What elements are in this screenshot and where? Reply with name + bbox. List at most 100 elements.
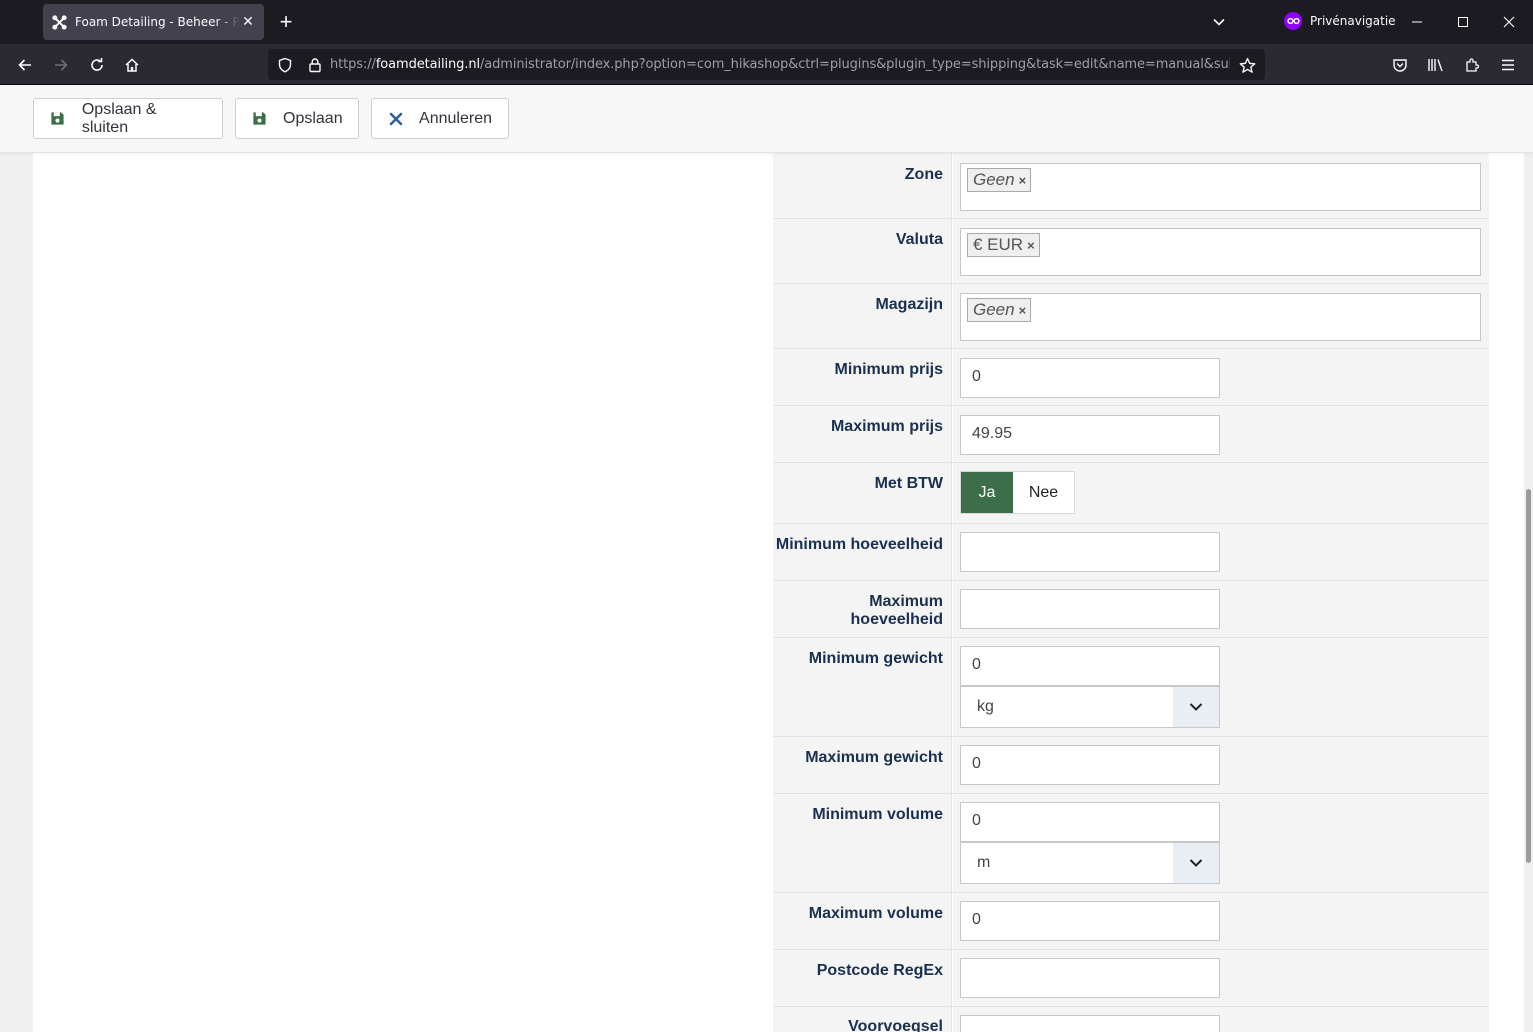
private-label: Privénavigatie [1310, 14, 1396, 28]
admin-toolbar: Opslaan & sluiten Opslaan Annuleren [0, 85, 1533, 153]
private-mask-icon [1284, 12, 1302, 30]
min-volume-input[interactable]: 0 [960, 802, 1220, 842]
met-btw-yes-button[interactable]: Ja [961, 472, 1013, 513]
bookmark-star-icon[interactable] [1235, 53, 1259, 77]
max-prijs-input[interactable]: 49.95 [960, 415, 1220, 455]
extensions-icon[interactable] [1457, 50, 1487, 80]
page: Opslaan & sluiten Opslaan Annuleren Zone [0, 85, 1533, 1032]
value-zone: Geen × [953, 153, 1489, 218]
forward-arrow-icon[interactable] [46, 50, 76, 80]
label-max-volume: Maximum volume [773, 893, 952, 949]
magazijn-chip: Geen × [967, 298, 1032, 322]
cancel-label: Annuleren [419, 109, 492, 127]
home-icon[interactable] [117, 50, 147, 80]
row-zone: Zone Geen × [773, 153, 1489, 219]
save-button[interactable]: Opslaan [235, 98, 359, 139]
tab-close-icon[interactable]: ✕ [240, 14, 256, 30]
value-min-prijs: 0 [953, 349, 1489, 405]
page-scrollbar[interactable] [1524, 85, 1533, 1032]
row-max-prijs: Maximum prijs 49.95 [773, 406, 1489, 463]
row-min-prijs: Minimum prijs 0 [773, 349, 1489, 406]
label-zone: Zone [773, 153, 952, 218]
met-btw-toggle: Ja Nee [960, 471, 1075, 514]
tab-list-chevron-icon[interactable] [1205, 8, 1233, 36]
voorvoegsel-input[interactable] [960, 1015, 1220, 1032]
chip-remove-icon[interactable]: × [1019, 173, 1027, 188]
row-min-hoeveelheid: Minimum hoeveelheid [773, 524, 1489, 581]
lock-icon[interactable] [300, 50, 330, 80]
max-hoeveelheid-input[interactable] [960, 589, 1220, 629]
save-close-label: Opslaan & sluiten [81, 100, 157, 136]
pocket-icon[interactable] [1385, 50, 1415, 80]
cancel-button[interactable]: Annuleren [371, 98, 509, 139]
label-min-gewicht: Minimum gewicht [773, 638, 952, 736]
min-hoeveelheid-input[interactable] [960, 532, 1220, 572]
min-prijs-input[interactable]: 0 [960, 358, 1220, 398]
row-valuta: Valuta € EUR × [773, 219, 1489, 284]
min-volume-unit-select[interactable]: m [960, 842, 1220, 884]
magazijn-chip-label: Geen [973, 300, 1015, 319]
min-gewicht-unit-value: kg [977, 698, 994, 715]
zone-chip-label: Geen [973, 170, 1015, 189]
value-magazijn: Geen × [953, 284, 1489, 348]
url-bar[interactable]: https://foamdetailing.nl/administrator/i… [268, 49, 1265, 80]
max-gewicht-input[interactable]: 0 [960, 745, 1220, 785]
url-path: /administrator/index.php?option=com_hika… [480, 57, 1230, 72]
label-magazijn: Magazijn [773, 284, 952, 348]
cancel-x-icon [388, 111, 403, 127]
postcode-regex-input[interactable] [960, 958, 1220, 998]
value-met-btw: Ja Nee [953, 463, 1489, 523]
max-volume-input[interactable]: 0 [960, 901, 1220, 941]
back-arrow-icon[interactable] [10, 50, 40, 80]
met-btw-no-button[interactable]: Nee [1013, 472, 1074, 513]
value-voorvoegsel [953, 1007, 1489, 1032]
chip-remove-icon[interactable]: × [1019, 303, 1027, 318]
url-text: https://foamdetailing.nl/administrator/i… [330, 57, 1230, 72]
row-max-volume: Maximum volume 0 [773, 893, 1489, 950]
content-area: Zone Geen × Valuta € EUR × Magazijn Geen… [33, 153, 1524, 1032]
label-met-btw: Met BTW [773, 463, 952, 523]
row-max-gewicht: Maximum gewicht 0 [773, 737, 1489, 794]
zone-multiselect[interactable]: Geen × [960, 163, 1481, 211]
zone-chip: Geen × [967, 168, 1032, 192]
save-close-button[interactable]: Opslaan & sluiten [33, 98, 223, 139]
save-disk-icon [252, 111, 267, 127]
label-voorvoegsel: Voorvoegsel [773, 1007, 952, 1032]
browser-tab[interactable]: Foam Detailing - Beheer - Plugins ✕ [43, 4, 264, 40]
valuta-multiselect[interactable]: € EUR × [960, 228, 1481, 276]
row-postcode-regex: Postcode RegEx [773, 950, 1489, 1007]
chip-remove-icon[interactable]: × [1027, 238, 1035, 253]
save-label: Opslaan [283, 109, 343, 127]
browser-titlebar: Foam Detailing - Beheer - Plugins ✕ + Pr… [0, 0, 1533, 44]
row-voorvoegsel: Voorvoegsel [773, 1007, 1489, 1032]
value-postcode-regex [953, 950, 1489, 1006]
tracking-shield-icon[interactable] [270, 50, 300, 80]
chevron-down-icon [1173, 843, 1219, 883]
row-magazijn: Magazijn Geen × [773, 284, 1489, 349]
maximize-icon[interactable] [1447, 6, 1479, 38]
reload-icon[interactable] [82, 50, 112, 80]
left-column [33, 153, 772, 1032]
label-max-hoeveelheid: Maximum hoeveelheid [773, 581, 952, 637]
scrollbar-thumb[interactable] [1526, 489, 1531, 863]
minimize-icon[interactable] [1401, 6, 1433, 38]
value-max-prijs: 49.95 [953, 406, 1489, 462]
label-postcode-regex: Postcode RegEx [773, 950, 952, 1006]
min-gewicht-input[interactable]: 0 [960, 646, 1220, 686]
private-browsing-indicator: Privénavigatie [1284, 12, 1396, 30]
new-tab-icon[interactable]: + [272, 8, 300, 36]
chevron-down-icon [1173, 687, 1219, 727]
label-valuta: Valuta [773, 219, 952, 283]
url-prefix: https:// [330, 57, 376, 72]
window-close-icon[interactable] [1493, 6, 1525, 38]
magazijn-multiselect[interactable]: Geen × [960, 293, 1481, 341]
joomla-icon [51, 14, 67, 30]
value-min-volume: 0 m [953, 794, 1489, 892]
menu-hamburger-icon[interactable] [1493, 50, 1523, 80]
value-min-gewicht: 0 kg [953, 638, 1489, 736]
valuta-chip: € EUR × [967, 233, 1040, 257]
library-icon[interactable] [1421, 50, 1451, 80]
value-max-hoeveelheid [953, 581, 1489, 637]
min-gewicht-unit-select[interactable]: kg [960, 686, 1220, 728]
label-min-volume: Minimum volume [773, 794, 952, 892]
